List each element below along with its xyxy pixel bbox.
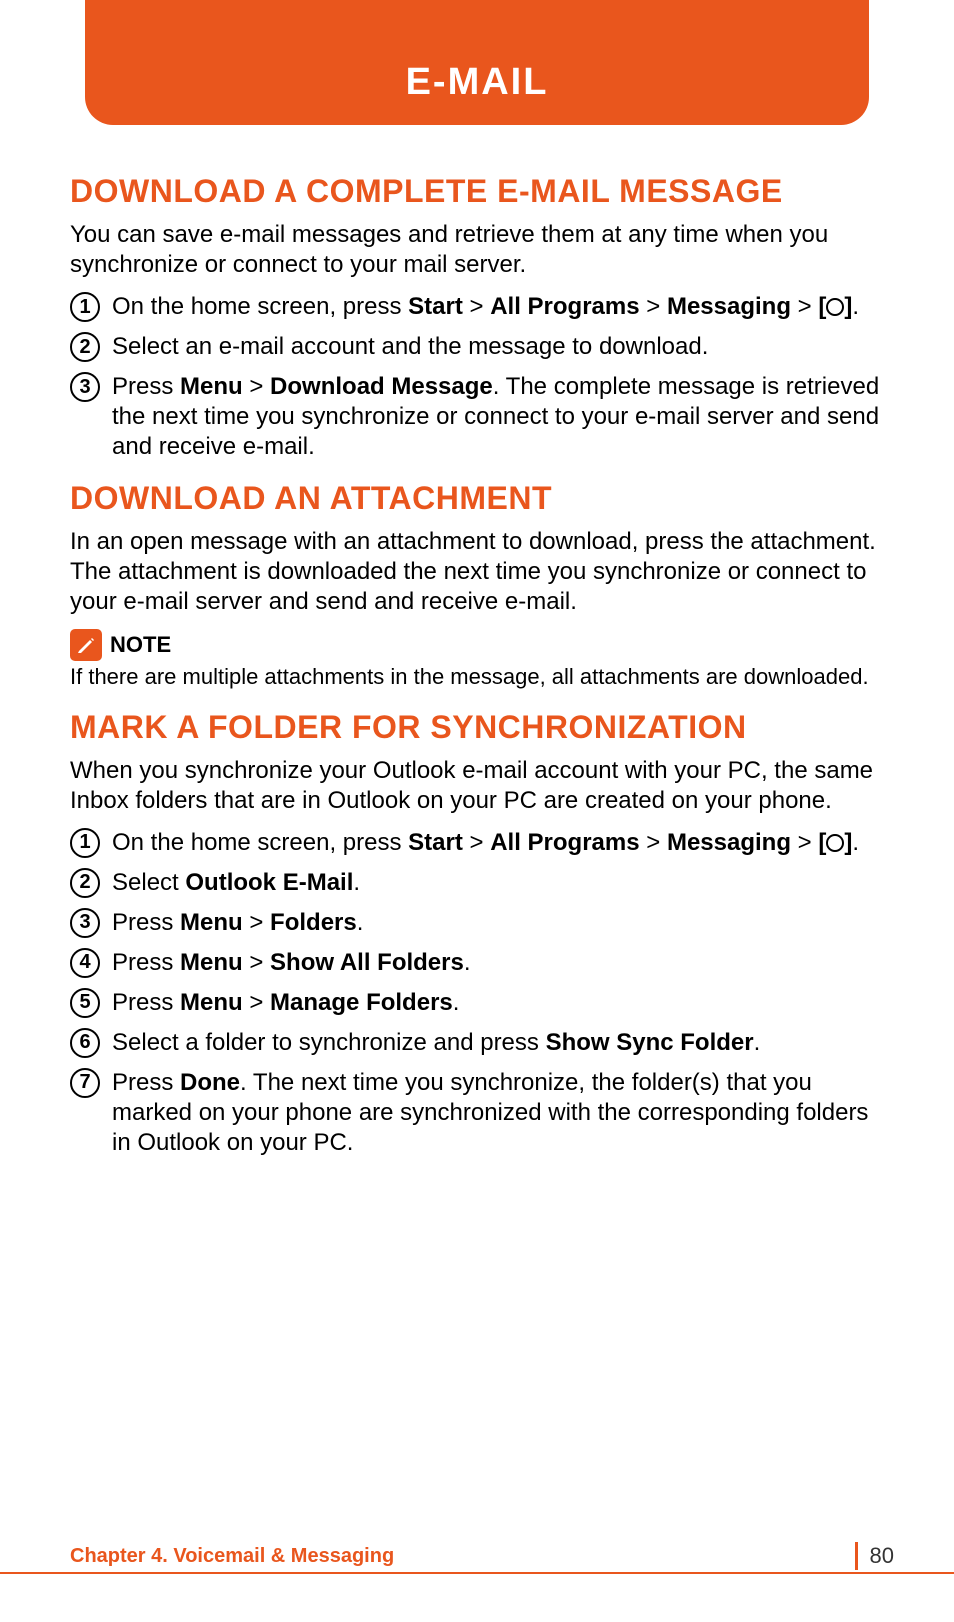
step-number: 2 <box>70 868 100 898</box>
page-tab-header: E-MAIL <box>85 0 869 125</box>
step-number: 2 <box>70 332 100 362</box>
step-item: 2 Select Outlook E-Mail. <box>70 868 884 898</box>
step-text: Select Outlook E-Mail. <box>112 868 884 898</box>
step-number: 5 <box>70 988 100 1018</box>
step-number: 6 <box>70 1028 100 1058</box>
note-header: NOTE <box>70 629 884 661</box>
divider-bar <box>855 1542 858 1570</box>
step-text: Press Menu > Download Message. The compl… <box>112 372 884 462</box>
tab-title: E-MAIL <box>406 61 549 104</box>
step-item: 7 Press Done. The next time you synchron… <box>70 1068 884 1158</box>
step-number: 1 <box>70 292 100 322</box>
step-text: On the home screen, press Start > All Pr… <box>112 292 884 322</box>
page-footer: Chapter 4. Voicemail & Messaging 80 <box>70 1542 894 1570</box>
step-number: 1 <box>70 828 100 858</box>
section2-body: In an open message with an attachment to… <box>70 527 884 617</box>
step-item: 1 On the home screen, press Start > All … <box>70 292 884 322</box>
ok-button-icon <box>826 298 844 316</box>
step-text: Select an e-mail account and the message… <box>112 332 884 362</box>
note-block: NOTE If there are multiple attachments i… <box>70 629 884 691</box>
section-heading-download-message: DOWNLOAD A COMPLETE E-MAIL MESSAGE <box>70 173 884 210</box>
section3-steps: 1 On the home screen, press Start > All … <box>70 828 884 1158</box>
step-number: 4 <box>70 948 100 978</box>
step-number: 3 <box>70 372 100 402</box>
step-number: 7 <box>70 1068 100 1098</box>
step-text: Press Menu > Manage Folders. <box>112 988 884 1018</box>
step-item: 3 Press Menu > Download Message. The com… <box>70 372 884 462</box>
ok-button-icon <box>826 834 844 852</box>
footer-rule <box>0 1572 954 1574</box>
note-text: If there are multiple attachments in the… <box>70 663 884 691</box>
page-content: DOWNLOAD A COMPLETE E-MAIL MESSAGE You c… <box>70 155 884 1168</box>
section1-intro: You can save e-mail messages and retriev… <box>70 220 884 280</box>
step-text: Press Done. The next time you synchroniz… <box>112 1068 884 1158</box>
step-item: 2 Select an e-mail account and the messa… <box>70 332 884 362</box>
note-icon <box>70 629 102 661</box>
page-number: 80 <box>870 1543 894 1569</box>
step-text: Select a folder to synchronize and press… <box>112 1028 884 1058</box>
section3-intro: When you synchronize your Outlook e-mail… <box>70 756 884 816</box>
section-heading-download-attachment: DOWNLOAD AN ATTACHMENT <box>70 480 884 517</box>
section-heading-mark-folder: MARK A FOLDER FOR SYNCHRONIZATION <box>70 709 884 746</box>
step-text: On the home screen, press Start > All Pr… <box>112 828 884 858</box>
step-item: 1 On the home screen, press Start > All … <box>70 828 884 858</box>
step-item: 4 Press Menu > Show All Folders. <box>70 948 884 978</box>
step-number: 3 <box>70 908 100 938</box>
chapter-label: Chapter 4. Voicemail & Messaging <box>70 1545 394 1568</box>
step-text: Press Menu > Folders. <box>112 908 884 938</box>
section1-steps: 1 On the home screen, press Start > All … <box>70 292 884 462</box>
note-label: NOTE <box>110 632 171 658</box>
page-number-wrap: 80 <box>855 1542 894 1570</box>
step-text: Press Menu > Show All Folders. <box>112 948 884 978</box>
step-item: 6 Select a folder to synchronize and pre… <box>70 1028 884 1058</box>
step-item: 3 Press Menu > Folders. <box>70 908 884 938</box>
step-item: 5 Press Menu > Manage Folders. <box>70 988 884 1018</box>
